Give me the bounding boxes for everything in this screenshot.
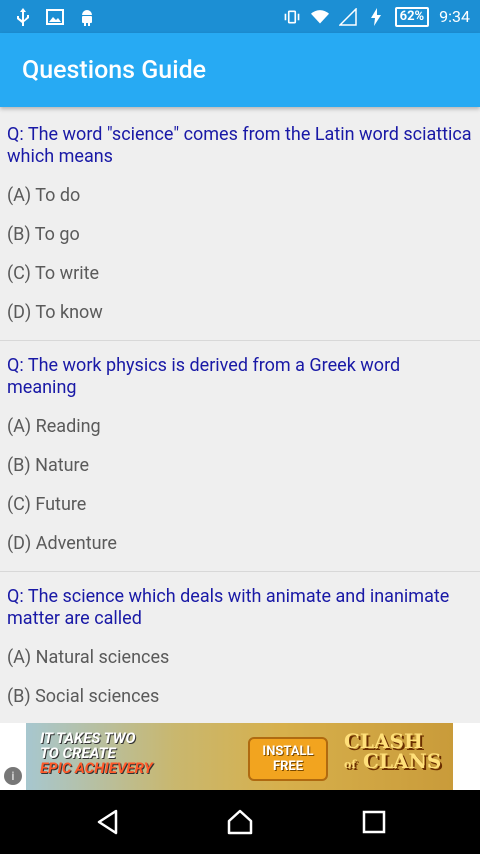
option-item[interactable]: (D) To know — [0, 293, 480, 332]
option-item[interactable]: (A) Reading — [0, 407, 480, 446]
ad-cta-label: FREE — [272, 759, 304, 774]
logo-text: CLASH — [344, 729, 423, 753]
back-icon[interactable] — [94, 808, 122, 836]
charging-icon — [367, 7, 385, 26]
question-card[interactable]: Q: The work physics is derived from a Gr… — [0, 349, 480, 572]
option-item[interactable]: (C) Future — [0, 485, 480, 524]
question-text: Q: The word "science" comes from the Lat… — [7, 124, 472, 167]
usb-icon — [14, 7, 32, 26]
android-icon — [78, 8, 96, 26]
option-item[interactable]: (A) To do — [0, 176, 480, 215]
battery-icon: 62% — [394, 6, 430, 27]
home-icon[interactable] — [226, 808, 254, 836]
ad-headline: IT TAKES TWO TO CREATE EPIC ACHIEVERY — [40, 731, 153, 776]
navigation-bar — [0, 790, 480, 854]
recents-icon[interactable] — [360, 808, 388, 836]
battery-level: 62% — [399, 9, 425, 24]
signal-icon — [338, 7, 357, 26]
game-logo: CLASH of CLANS — [344, 731, 448, 783]
option-item[interactable]: (D) Adventure — [0, 524, 480, 563]
status-clock: 9:34 — [439, 7, 470, 26]
option-item[interactable]: (B) Social sciences — [0, 677, 480, 716]
ad-container: IT TAKES TWO TO CREATE EPIC ACHIEVERY IN… — [0, 723, 480, 790]
option-item[interactable]: (B) Nature — [0, 446, 480, 485]
ad-install-button[interactable]: INSTALL FREE — [248, 737, 328, 781]
image-icon — [46, 8, 64, 26]
app-bar: Questions Guide — [0, 33, 480, 107]
question-card[interactable]: Q: The word "science" comes from the Lat… — [0, 118, 480, 341]
question-card[interactable]: Q: The science which deals with animate … — [0, 580, 480, 724]
ad-line: EPIC ACHIEVERY — [40, 759, 153, 777]
vibrate-icon — [283, 8, 301, 26]
ad-cta-label: INSTALL — [262, 744, 314, 759]
wifi-icon — [310, 8, 329, 26]
logo-text: CLANS — [363, 749, 442, 773]
option-item[interactable]: (B) To go — [0, 215, 480, 254]
ad-info-icon[interactable]: i — [4, 767, 22, 785]
question-text: Q: The science which deals with animate … — [7, 586, 450, 629]
questions-list[interactable]: Q: The word "science" comes from the Lat… — [0, 118, 480, 732]
option-item[interactable]: (C) To write — [0, 254, 480, 293]
logo-text: of — [344, 758, 357, 771]
ad-banner[interactable]: IT TAKES TWO TO CREATE EPIC ACHIEVERY IN… — [26, 723, 453, 790]
question-text: Q: The work physics is derived from a Gr… — [7, 355, 401, 398]
app-title: Questions Guide — [22, 55, 207, 85]
status-bar: 62% 9:34 — [0, 0, 480, 33]
option-item[interactable]: (A) Natural sciences — [0, 638, 480, 677]
